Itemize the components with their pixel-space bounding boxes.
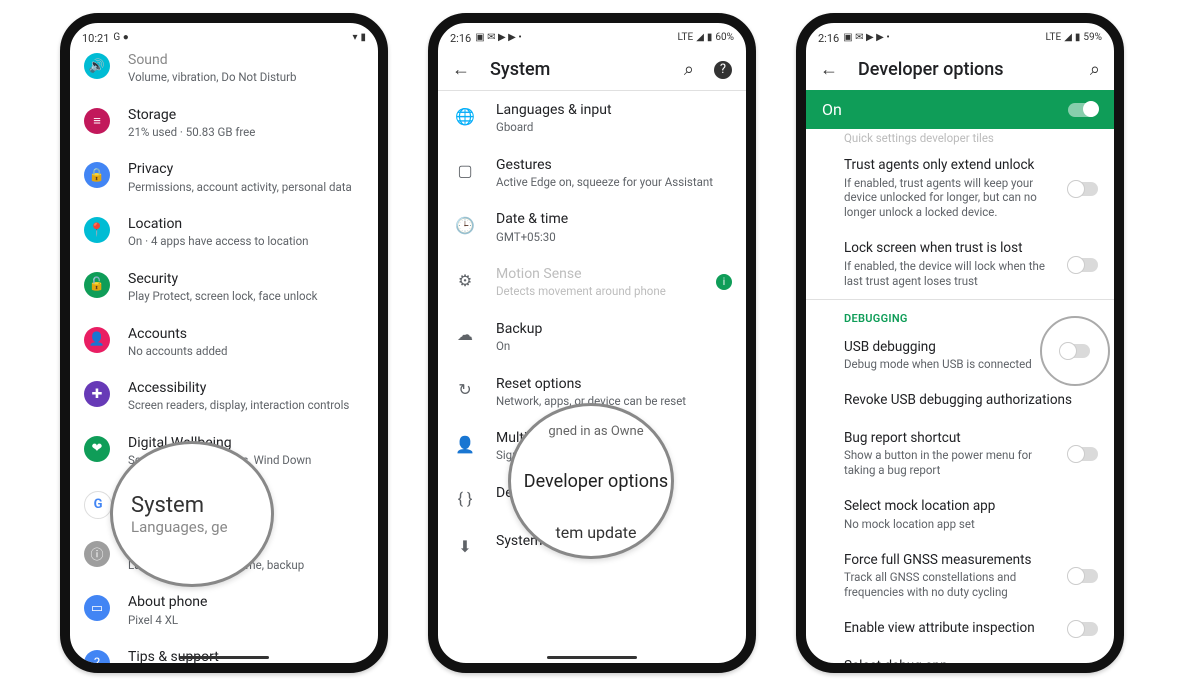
battery-pct: 60%: [715, 33, 734, 43]
system-icon: ⓘ: [84, 541, 110, 567]
accounts-icon: 👤: [84, 327, 110, 353]
battery-pct: 59%: [1083, 33, 1102, 43]
battery-icon: ▮: [707, 33, 713, 43]
help-icon[interactable]: ?: [714, 61, 732, 79]
settings-row-privacy[interactable]: 🔒 PrivacyPermissions, account activity, …: [70, 150, 378, 205]
row-gnss[interactable]: Force full GNSS measurementsTrack all GN…: [806, 542, 1114, 610]
settings-row-accessibility[interactable]: ✚ AccessibilityScreen readers, display, …: [70, 369, 378, 424]
net-label: LTE: [1046, 33, 1062, 43]
settings-row-storage[interactable]: ≡ Storage21% used · 50.83 GB free: [70, 96, 378, 151]
google-icon: G: [84, 491, 112, 519]
search-icon[interactable]: ⌕: [684, 59, 694, 80]
status-time: 10:21: [82, 32, 109, 45]
accessibility-icon: ✚: [84, 381, 110, 407]
status-app-icons: ▣ ✉ ▶ ▶ •: [843, 33, 890, 43]
settings-row-location[interactable]: 📍 LocationOn · 4 apps have access to loc…: [70, 205, 378, 260]
back-icon[interactable]: ←: [820, 59, 838, 80]
braces-icon: { }: [452, 486, 478, 512]
about-icon: ▭: [84, 595, 110, 621]
row-gestures[interactable]: ▢ GesturesActive Edge on, squeeze for yo…: [438, 146, 746, 201]
row-bugreport[interactable]: Bug report shortcutShow a button in the …: [806, 420, 1114, 488]
usb-toggle[interactable]: [1060, 344, 1090, 358]
cloud-icon: ☁: [452, 322, 478, 348]
storage-icon: ≡: [84, 108, 110, 134]
row-trust-extend[interactable]: Trust agents only extend unlockIf enable…: [806, 147, 1114, 230]
settings-row-security[interactable]: 🔓 SecurityPlay Protect, screen lock, fac…: [70, 260, 378, 315]
toggle[interactable]: [1068, 447, 1098, 461]
home-indicator[interactable]: [547, 656, 637, 659]
gestures-icon: ▢: [452, 158, 478, 184]
wifi-icon: ▾: [352, 33, 357, 43]
info-icon[interactable]: i: [716, 274, 732, 290]
home-indicator[interactable]: [179, 656, 269, 659]
status-time: 2:16: [450, 32, 471, 45]
toggle[interactable]: [1068, 569, 1098, 583]
on-label: On: [822, 100, 842, 119]
signal-icon: ◢: [696, 33, 704, 43]
search-icon[interactable]: ⌕: [1090, 59, 1100, 80]
row-revoke[interactable]: Revoke USB debugging authorizations: [806, 382, 1114, 420]
settings-row-sound[interactable]: 🔊 SoundVolume, vibration, Do Not Disturb: [70, 41, 378, 96]
status-time: 2:16: [818, 32, 839, 45]
settings-row-accounts[interactable]: 👤 AccountsNo accounts added: [70, 315, 378, 370]
status-app-icons: ▣ ✉ ▶ ▶ •: [475, 33, 522, 43]
status-icons: G ●: [113, 33, 128, 43]
magnify-devoptions: gned in as Owne Developer options tem up…: [508, 403, 674, 559]
location-icon: 📍: [84, 217, 110, 243]
sound-icon: 🔊: [84, 53, 110, 79]
download-icon: ⬇: [452, 534, 478, 560]
net-label: LTE: [678, 33, 694, 43]
privacy-icon: 🔒: [84, 162, 110, 188]
status-bar: 2:16 ▣ ✉ ▶ ▶ • LTE ◢ ▮ 60%: [438, 23, 746, 49]
globe-icon: 🌐: [452, 103, 478, 129]
magnify-usb-toggle: [1040, 316, 1110, 386]
row-datetime[interactable]: 🕒 Date & timeGMT+05:30: [438, 200, 746, 255]
row-motion[interactable]: ⚙ Motion SenseDetects movement around ph…: [438, 255, 746, 310]
row-viewattr[interactable]: Enable view attribute inspection: [806, 610, 1114, 648]
row-mocklocation[interactable]: Select mock location appNo mock location…: [806, 488, 1114, 541]
row-cut: Quick settings developer tiles: [806, 129, 1114, 147]
signal-icon: ◢: [1064, 33, 1072, 43]
battery-icon: ▮: [1075, 33, 1081, 43]
battery-icon: ▮: [360, 33, 366, 43]
motear-icon: ⚙: [452, 267, 478, 293]
row-debugapp[interactable]: Select debug app: [806, 648, 1114, 673]
clock-icon: 🕒: [452, 212, 478, 238]
toggle[interactable]: [1068, 182, 1098, 196]
toggle[interactable]: [1068, 622, 1098, 636]
user-icon: 👤: [452, 431, 478, 457]
status-bar: 2:16 ▣ ✉ ▶ ▶ • LTE ◢ ▮ 59%: [806, 23, 1114, 49]
page-title: Developer options: [858, 59, 1070, 80]
master-toggle-bar[interactable]: On: [806, 90, 1114, 129]
master-toggle[interactable]: [1068, 103, 1098, 117]
tips-icon: ?: [84, 650, 110, 673]
back-icon[interactable]: ←: [452, 59, 470, 80]
page-title: System: [490, 59, 664, 80]
row-backup[interactable]: ☁ BackupOn: [438, 310, 746, 365]
row-lock-trust[interactable]: Lock screen when trust is lostIf enabled…: [806, 230, 1114, 298]
row-languages[interactable]: 🌐 Languages & inputGboard: [438, 91, 746, 146]
security-icon: 🔓: [84, 272, 110, 298]
header: ← Developer options ⌕: [806, 49, 1114, 90]
magnify-system: System Languages, ge: [110, 441, 274, 587]
toggle[interactable]: [1068, 258, 1098, 272]
phone-devoptions: 2:16 ▣ ✉ ▶ ▶ • LTE ◢ ▮ 59% ← Developer o…: [796, 13, 1124, 673]
header: ← System ⌕ ?: [438, 49, 746, 90]
wellbeing-icon: ❤: [84, 436, 110, 462]
phone-settings: 10:21 G ● ▾ ▮ 🔊 SoundVolume, vibration, …: [60, 13, 388, 673]
reset-icon: ↻: [452, 377, 478, 403]
phone-system: 2:16 ▣ ✉ ▶ ▶ • LTE ◢ ▮ 60% ← System ⌕ ? …: [428, 13, 756, 673]
settings-row-about[interactable]: ▭ About phonePixel 4 XL: [70, 583, 378, 638]
